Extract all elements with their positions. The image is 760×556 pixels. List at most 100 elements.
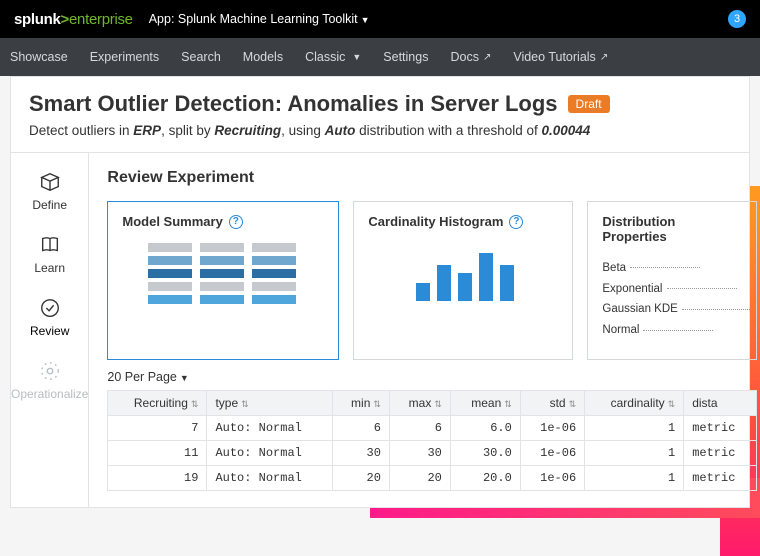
table-row[interactable]: 11 Auto: Normal 30 30 30.0 1e-06 1 metri…	[108, 440, 757, 465]
col-min[interactable]: min⇅	[333, 390, 390, 415]
cell: 30	[333, 440, 390, 465]
cell: Auto: Normal	[207, 465, 333, 490]
masthead: splunk>enterprise App: Splunk Machine Le…	[0, 0, 760, 38]
help-icon[interactable]: ?	[509, 215, 523, 229]
prop-label: Gaussian KDE	[602, 303, 677, 315]
col-cardinality[interactable]: cardinality⇅	[585, 390, 684, 415]
chevron-down-icon: ▼	[180, 373, 189, 383]
cell: 6	[389, 415, 450, 440]
results-table: Recruiting⇅ type⇅ min⇅ max⇅ mean⇅ std⇅ c…	[107, 390, 757, 491]
histogram-chart	[416, 243, 558, 301]
sort-icon: ⇅	[191, 399, 199, 409]
prop-label: Beta	[602, 262, 626, 274]
summary-grid-icon	[148, 243, 324, 304]
pager-dropdown[interactable]: 20 Per Page▼	[107, 360, 757, 390]
gear-icon	[39, 360, 61, 382]
col-distance[interactable]: dista	[684, 390, 757, 415]
cell: 20	[389, 465, 450, 490]
step-review[interactable]: Review	[30, 297, 69, 338]
brand: splunk>enterprise	[14, 11, 133, 28]
sort-icon: ⇅	[668, 399, 676, 409]
cell: 19	[108, 465, 207, 490]
cell: 20.0	[450, 465, 520, 490]
step-operationalize[interactable]: Operationalize	[11, 360, 88, 401]
nav-video-label: Video Tutorials	[513, 50, 595, 64]
pager-label: 20 Per Page	[107, 370, 177, 384]
nav-docs-label: Docs	[450, 50, 478, 64]
status-badge: Draft	[568, 95, 610, 113]
app-selector[interactable]: App: Splunk Machine Learning Toolkit▼	[149, 12, 370, 26]
cell: 6	[333, 415, 390, 440]
nav-experiments[interactable]: Experiments	[90, 50, 159, 64]
cell: 1e-06	[520, 465, 584, 490]
chevron-down-icon: ▼	[361, 15, 370, 25]
nav-docs[interactable]: Docs ↗	[450, 50, 491, 64]
nav-classic-label: Classic	[305, 50, 345, 64]
nav-settings[interactable]: Settings	[383, 50, 428, 64]
step-label: Operationalize	[11, 387, 88, 401]
step-define[interactable]: Define	[32, 171, 67, 212]
cell: 11	[108, 440, 207, 465]
col-std[interactable]: std⇅	[520, 390, 584, 415]
cell: metric	[684, 415, 757, 440]
desc-field-auto: Auto	[325, 123, 356, 138]
cell: Auto: Normal	[207, 415, 333, 440]
step-nav: Define Learn Review Operationalize	[11, 153, 89, 507]
external-link-icon: ↗	[600, 52, 608, 63]
table-row[interactable]: 19 Auto: Normal 20 20 20.0 1e-06 1 metri…	[108, 465, 757, 490]
desc-text: , split by	[161, 123, 214, 138]
distribution-properties-card[interactable]: Distribution Properties Beta Exponential…	[587, 201, 757, 360]
page-panel: Smart Outlier Detection: Anomalies in Se…	[10, 76, 750, 508]
card-title: Cardinality Histogram	[368, 214, 503, 229]
cell: 1	[585, 415, 684, 440]
step-label: Define	[32, 198, 67, 212]
col-recruiting[interactable]: Recruiting⇅	[108, 390, 207, 415]
chevron-down-icon: ▼	[352, 52, 361, 62]
col-max[interactable]: max⇅	[389, 390, 450, 415]
cell: 30	[389, 440, 450, 465]
app-nav: Showcase Experiments Search Models Class…	[0, 38, 760, 76]
step-learn[interactable]: Learn	[34, 234, 65, 275]
cell: metric	[684, 465, 757, 490]
col-type[interactable]: type⇅	[207, 390, 333, 415]
help-icon[interactable]: ?	[229, 215, 243, 229]
desc-text: distribution with a threshold of	[355, 123, 541, 138]
brand-gt: >	[61, 11, 69, 28]
nav-classic[interactable]: Classic ▼	[305, 50, 361, 64]
page-description: Detect outliers in ERP, split by Recruit…	[11, 123, 749, 153]
step-label: Review	[30, 324, 69, 338]
nav-models[interactable]: Models	[243, 50, 283, 64]
check-circle-icon	[39, 297, 61, 319]
col-mean[interactable]: mean⇅	[450, 390, 520, 415]
cell: 7	[108, 415, 207, 440]
cell: Auto: Normal	[207, 440, 333, 465]
desc-text: , using	[281, 123, 325, 138]
cell: 1	[585, 440, 684, 465]
desc-field-recruiting: Recruiting	[214, 123, 281, 138]
sort-icon: ⇅	[434, 399, 442, 409]
cardinality-histogram-card[interactable]: Cardinality Histogram ?	[353, 201, 573, 360]
model-summary-card[interactable]: Model Summary ?	[107, 201, 339, 360]
book-icon	[39, 234, 61, 256]
table-row[interactable]: 7 Auto: Normal 6 6 6.0 1e-06 1 metric	[108, 415, 757, 440]
cell: 1	[585, 465, 684, 490]
external-link-icon: ↗	[483, 52, 491, 63]
desc-text: Detect outliers in	[29, 123, 133, 138]
cell: 20	[333, 465, 390, 490]
desc-field-erp: ERP	[133, 123, 161, 138]
cell: 30.0	[450, 440, 520, 465]
sort-icon: ⇅	[569, 399, 577, 409]
prop-label: Normal	[602, 324, 639, 336]
page-title: Smart Outlier Detection: Anomalies in Se…	[29, 91, 558, 117]
notification-badge[interactable]: 3	[728, 10, 746, 28]
card-title: Model Summary	[122, 214, 222, 229]
nav-showcase[interactable]: Showcase	[10, 50, 68, 64]
nav-search[interactable]: Search	[181, 50, 221, 64]
brand-post: enterprise	[69, 11, 133, 28]
cell: 6.0	[450, 415, 520, 440]
brand-pre: splunk	[14, 11, 61, 28]
nav-video-tutorials[interactable]: Video Tutorials ↗	[513, 50, 608, 64]
cell: 1e-06	[520, 440, 584, 465]
desc-field-threshold: 0.00044	[542, 123, 591, 138]
cube-icon	[39, 171, 61, 193]
